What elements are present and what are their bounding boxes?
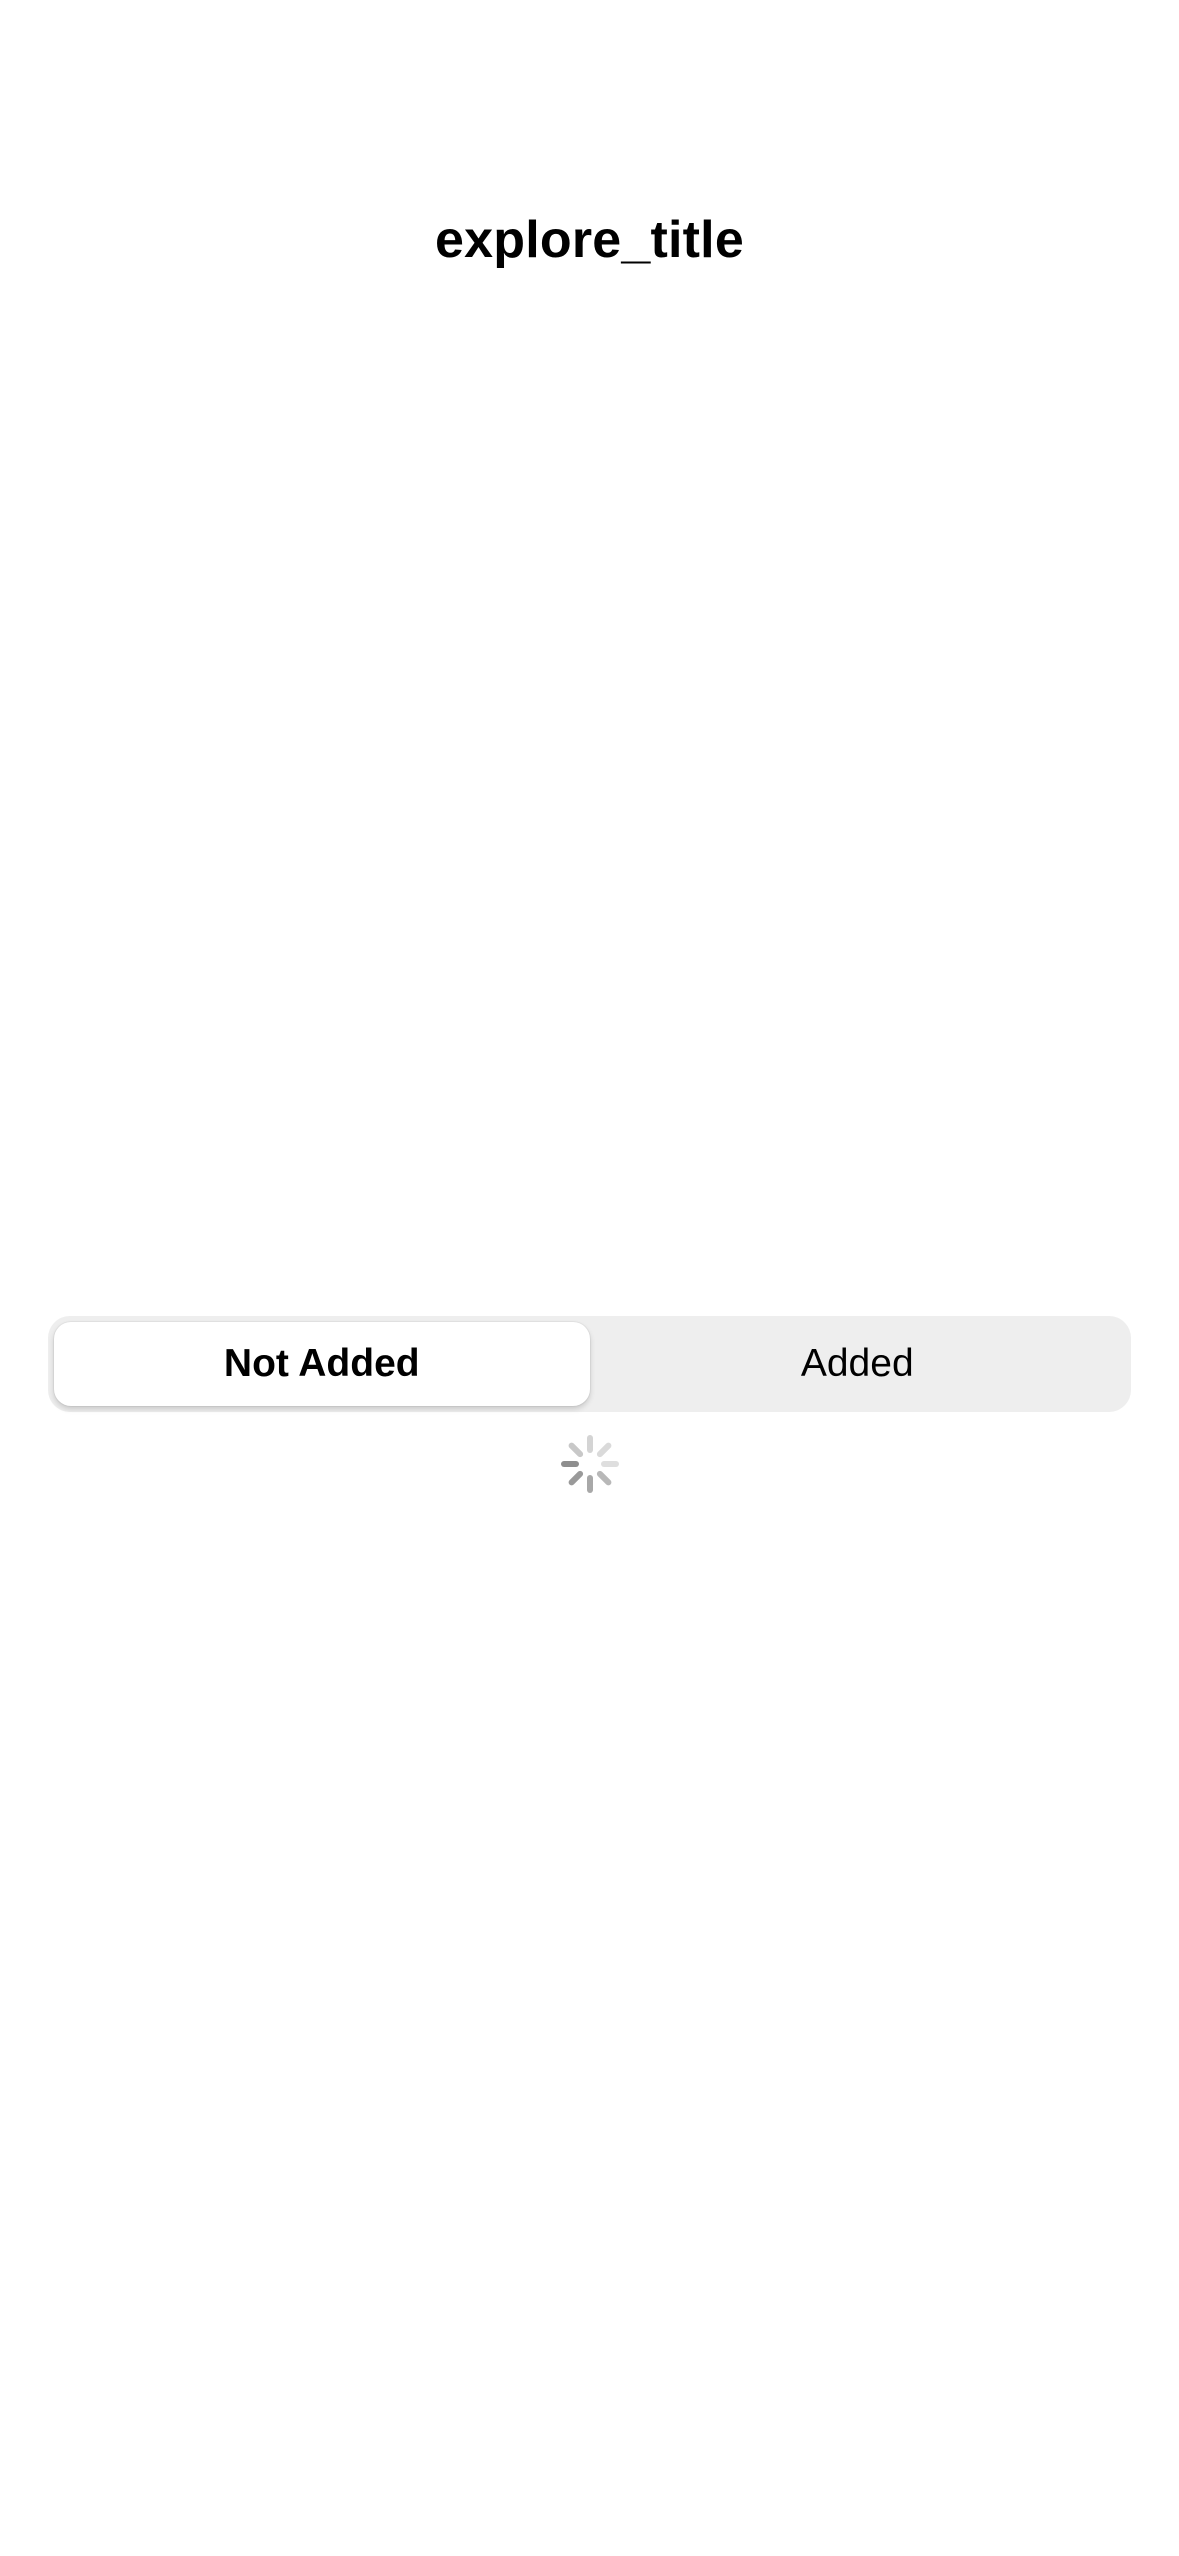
- spinner-icon: [561, 1435, 619, 1493]
- segment-added[interactable]: Added: [590, 1322, 1126, 1406]
- page-title: explore_title: [435, 211, 744, 269]
- segmented-control: Not Added Added: [48, 1316, 1131, 1412]
- segment-not-added[interactable]: Not Added: [54, 1322, 590, 1406]
- navigation-bar: explore_title: [0, 180, 1179, 300]
